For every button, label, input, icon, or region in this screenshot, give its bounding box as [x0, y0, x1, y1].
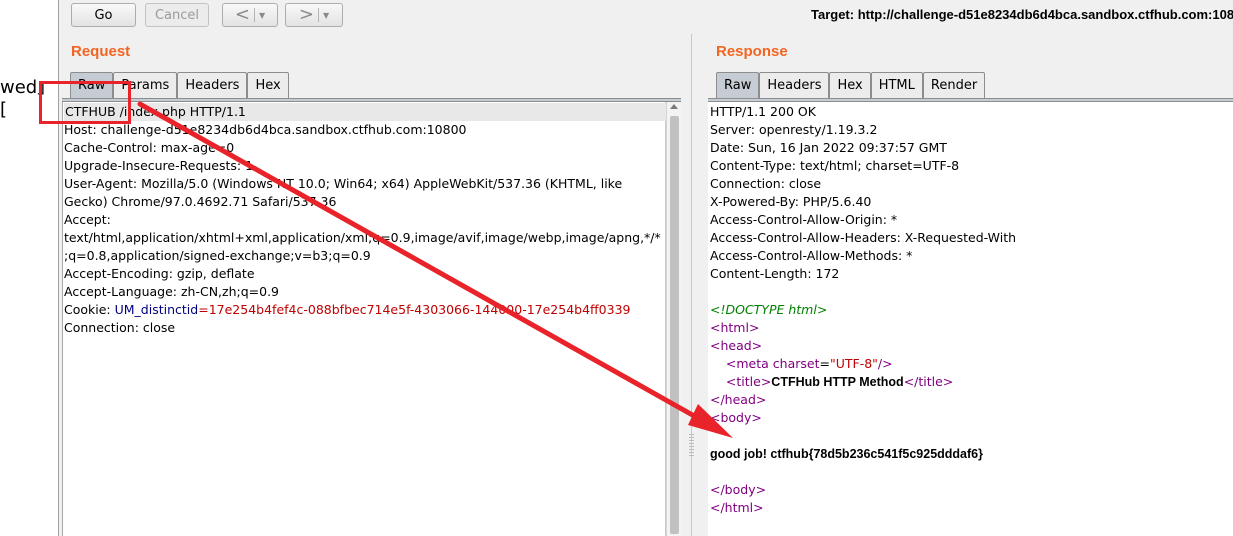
cookie-equals: =	[198, 302, 209, 317]
back-button[interactable]: < ▼	[222, 3, 278, 27]
request-tabs: Raw Params Headers Hex	[70, 72, 289, 98]
cookie-label: Cookie:	[64, 302, 111, 317]
tab-headers[interactable]: Headers	[177, 72, 248, 98]
tab-hex[interactable]: Hex	[829, 72, 871, 98]
divider-grip[interactable]	[689, 434, 694, 456]
scrollbar-thumb[interactable]	[670, 116, 679, 534]
request-line[interactable]: Accept-Language: zh-CN,zh;q=0.9	[64, 283, 279, 301]
tab-hex[interactable]: Hex	[247, 72, 289, 98]
title-line: <title>CTFHub HTTP Method</title>	[710, 373, 953, 391]
request-line[interactable]: ;q=0.8,application/signed-exchange;v=b3;…	[64, 247, 371, 265]
cookie-value: 17e254b4fef4c-088bfbec714e5f-4303066-144…	[208, 302, 631, 317]
meta-tag: <meta	[725, 356, 769, 371]
tab-raw[interactable]: Raw	[70, 72, 114, 98]
head-tag-open: <head>	[710, 338, 763, 353]
response-viewer[interactable]: HTTP/1.1 200 OK Server: openresty/1.19.3…	[708, 102, 1233, 536]
response-header-line: X-Powered-By: PHP/5.6.40	[710, 194, 872, 209]
chevron-left-icon: <	[234, 4, 250, 25]
button-separator	[253, 8, 255, 22]
request-line[interactable]: CTFHUB /index.php HTTP/1.1	[64, 103, 668, 121]
meta-close: />	[877, 356, 893, 371]
title-tag-open: <title>	[725, 374, 772, 389]
scroll-up-icon[interactable]	[670, 104, 678, 109]
tab-html[interactable]: HTML	[870, 72, 923, 98]
meta-equals: =	[819, 356, 830, 371]
background-window-edge: wed」[	[0, 0, 58, 536]
chevron-right-icon: >	[298, 4, 314, 25]
request-panel: Request Raw Params Headers Hex CTFHUB /i…	[59, 34, 682, 536]
meta-line: <meta charset="UTF-8"/>	[710, 355, 893, 373]
response-header-line: Access-Control-Allow-Origin: *	[710, 212, 898, 227]
meta-attr: charset	[772, 356, 820, 371]
response-header-line: Server: openresty/1.19.3.2	[710, 122, 878, 137]
request-line[interactable]: Connection: close	[64, 319, 175, 337]
request-line[interactable]: Accept:	[64, 211, 111, 229]
head-tag-close: </head>	[710, 392, 767, 407]
request-scrollbar[interactable]	[666, 102, 682, 536]
request-editor[interactable]: CTFHUB /index.php HTTP/1.1 Host: challen…	[62, 102, 668, 536]
body-tag-open: <body>	[710, 410, 762, 425]
go-button[interactable]: Go	[71, 3, 136, 27]
body-tag-close: </body>	[710, 482, 767, 497]
response-title: Response	[716, 43, 788, 60]
tab-render[interactable]: Render	[922, 72, 986, 98]
tab-params[interactable]: Params	[113, 72, 178, 98]
forward-button[interactable]: > ▼	[285, 3, 343, 27]
split-pane-divider[interactable]	[687, 34, 697, 536]
tab-raw[interactable]: Raw	[716, 72, 760, 98]
response-tabs: Raw Headers Hex HTML Render	[716, 72, 986, 98]
tab-headers[interactable]: Headers	[759, 72, 830, 98]
html-tag-close: </html>	[710, 500, 764, 515]
request-line[interactable]: Accept-Encoding: gzip, deflate	[64, 265, 255, 283]
response-header-line: Content-Type: text/html; charset=UTF-8	[710, 158, 960, 173]
request-line[interactable]: Gecko) Chrome/97.0.4692.71 Safari/537.36	[64, 193, 336, 211]
background-text-fragment: wed」[	[0, 77, 56, 120]
cancel-button[interactable]: Cancel	[145, 3, 209, 27]
title-text: CTFHub HTTP Method	[771, 375, 904, 389]
meta-value: "UTF-8"	[829, 356, 878, 371]
target-url[interactable]: Target: http://challenge-d51e8234db6d4bc…	[811, 7, 1233, 22]
cookie-key: UM_distinctid	[114, 302, 199, 317]
response-header-line: Access-Control-Allow-Headers: X-Requeste…	[710, 230, 1017, 245]
request-line[interactable]: text/html,application/xhtml+xml,applicat…	[64, 229, 661, 247]
chevron-down-icon: ▼	[322, 10, 330, 20]
title-tag-close: </title>	[903, 374, 954, 389]
flag-line: good job! ctfhub{78d5b236c541f5c925dddaf…	[710, 447, 983, 461]
response-header-line: Connection: close	[710, 176, 822, 191]
request-line[interactable]: User-Agent: Mozilla/5.0 (Windows NT 10.0…	[64, 175, 622, 193]
chevron-down-icon: ▼	[258, 10, 266, 20]
request-line[interactable]: Cache-Control: max-age=0	[64, 139, 234, 157]
burp-repeater-window: Go Cancel < ▼ > ▼ Target: http://challen…	[58, 0, 1233, 536]
response-header-line: HTTP/1.1 200 OK	[710, 104, 816, 119]
button-separator	[317, 8, 319, 22]
response-panel: Response Raw Headers Hex HTML Render HTT…	[705, 34, 1233, 536]
html-tag-open: <html>	[710, 320, 760, 335]
request-line[interactable]: Upgrade-Insecure-Requests: 1	[64, 157, 253, 175]
request-title: Request	[71, 43, 131, 60]
cookie-line[interactable]: Cookie: UM_distinctid=17e254b4fef4c-088b…	[64, 301, 630, 319]
response-header-line: Content-Length: 172	[710, 266, 840, 281]
request-line[interactable]: Host: challenge-d51e8234db6d4bca.sandbox…	[64, 121, 466, 139]
toolbar: Go Cancel < ▼ > ▼ Target: http://challen…	[59, 0, 1233, 34]
response-header-line: Access-Control-Allow-Methods: *	[710, 248, 913, 263]
html-doctype: <!DOCTYPE html>	[710, 302, 828, 317]
response-header-line: Date: Sun, 16 Jan 2022 09:37:57 GMT	[710, 140, 947, 155]
